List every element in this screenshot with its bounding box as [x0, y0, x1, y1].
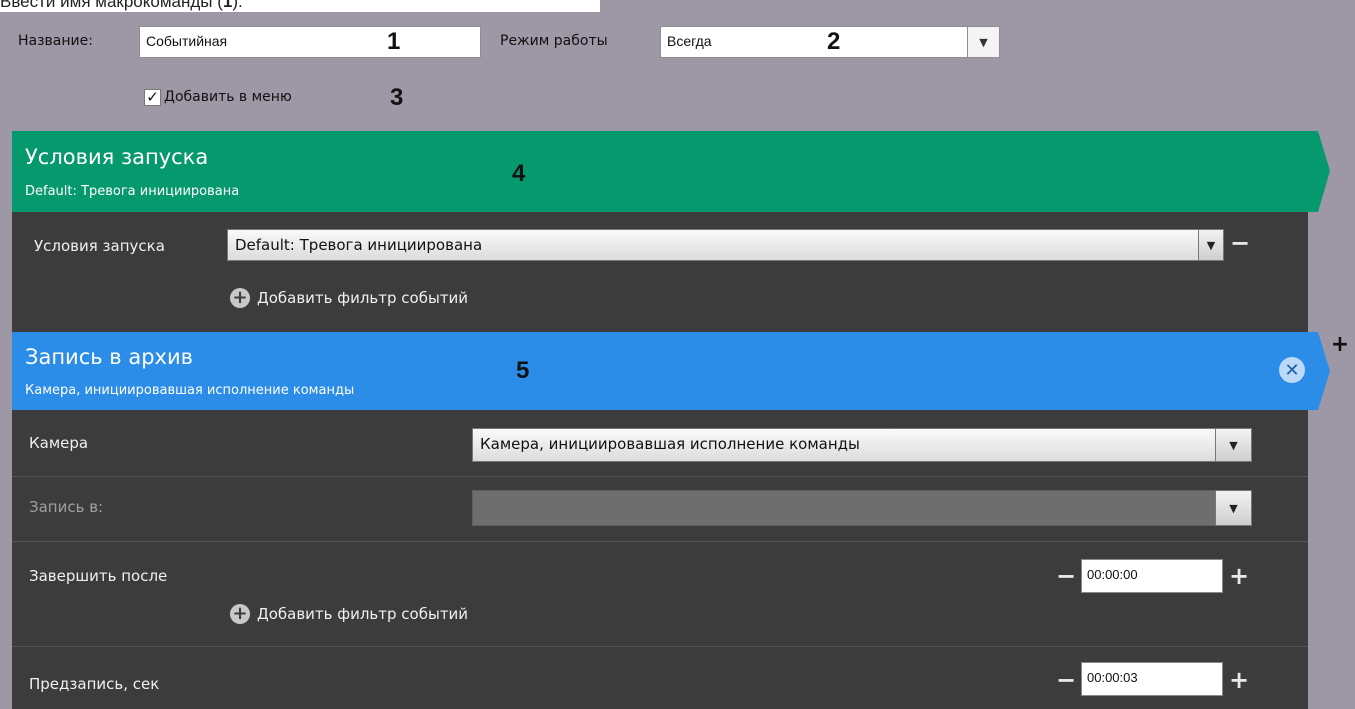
camera-dropdown-button[interactable]: ▼ [1215, 428, 1252, 462]
condition-label: Условия запуска [34, 237, 165, 255]
record-to-label: Запись в: [29, 498, 104, 516]
add-to-menu-checkbox[interactable]: ✓ [144, 89, 161, 106]
record-to-select[interactable] [472, 490, 1216, 526]
caret-down-icon: ▼ [979, 35, 988, 49]
row-divider [12, 646, 1308, 647]
mode-dropdown-button[interactable]: ▼ [967, 26, 1000, 58]
add-event-filter-button-1[interactable]: + Добавить фильтр событий [230, 288, 468, 308]
badge-3: 3 [390, 84, 404, 111]
caret-down-icon: ▼ [1229, 438, 1238, 452]
minus-icon: − [1056, 562, 1077, 590]
finish-after-label: Завершить после [29, 567, 168, 585]
checkmark-icon: ✓ [146, 88, 159, 106]
action-section-header[interactable]: Запись в архив Камера, инициировавшая ис… [12, 332, 1330, 410]
action-section-subtitle: Камера, инициировавшая исполнение команд… [25, 383, 355, 398]
condition-dropdown-button[interactable]: ▼ [1198, 229, 1224, 261]
prerecord-increment[interactable]: + [1229, 668, 1249, 692]
close-icon: ✕ [1284, 359, 1300, 381]
minus-icon: − [1230, 229, 1251, 257]
badge-1: 1 [387, 28, 401, 55]
badge-4: 4 [512, 160, 526, 187]
row-divider [12, 476, 1308, 477]
prerecord-label: Предзапись, сек [29, 675, 160, 693]
action-section-title: Запись в архив [25, 345, 194, 369]
finish-after-input[interactable]: 00:00:00 [1081, 559, 1223, 593]
add-action-button[interactable]: + [1329, 331, 1351, 357]
remove-condition-button[interactable]: − [1230, 231, 1250, 255]
minus-icon: − [1056, 666, 1077, 694]
trigger-section-header[interactable]: Условия запуска Default: Тревога инициир… [12, 131, 1330, 212]
mode-select[interactable]: Всегда [660, 26, 968, 58]
action-section-panel: Камера Камера, инициировавшая исполнение… [12, 410, 1308, 709]
badge-2: 2 [827, 28, 841, 55]
finish-after-increment[interactable]: + [1229, 564, 1249, 588]
plus-circle-icon: + [230, 288, 250, 308]
row-divider [12, 541, 1308, 542]
record-to-dropdown-button[interactable]: ▼ [1215, 490, 1252, 526]
badge-5: 5 [516, 357, 530, 384]
condition-select[interactable]: Default: Тревога инициирована [227, 229, 1200, 261]
caret-down-icon: ▼ [1229, 501, 1238, 515]
add-filter-label: Добавить фильтр событий [257, 289, 469, 307]
caret-down-icon: ▼ [1206, 238, 1216, 252]
plus-icon: + [1229, 562, 1250, 590]
plus-circle-icon: + [230, 604, 250, 624]
prerecord-input[interactable]: 00:00:03 [1081, 662, 1223, 696]
trigger-section-subtitle: Default: Тревога инициирована [25, 184, 240, 199]
add-to-menu-label: Добавить в меню [164, 89, 292, 105]
name-input[interactable]: Событийная [139, 26, 481, 58]
name-label: Название: [18, 33, 93, 49]
camera-select[interactable]: Камера, инициировавшая исполнение команд… [472, 428, 1216, 462]
remove-action-button[interactable]: ✕ [1279, 357, 1305, 383]
plus-icon: + [1330, 331, 1350, 357]
trigger-section-panel: Условия запуска Default: Тревога инициир… [12, 212, 1308, 332]
prerecord-decrement[interactable]: − [1056, 668, 1076, 692]
finish-after-decrement[interactable]: − [1056, 564, 1076, 588]
add-event-filter-button-2[interactable]: + Добавить фильтр событий [230, 604, 468, 624]
plus-icon: + [1229, 666, 1250, 694]
caption-text: Ввести имя макрокоманды (1). [0, 0, 600, 12]
camera-label: Камера [29, 434, 89, 452]
mode-label: Режим работы [500, 33, 608, 49]
add-filter-label: Добавить фильтр событий [257, 605, 469, 623]
trigger-section-title: Условия запуска [25, 145, 209, 169]
